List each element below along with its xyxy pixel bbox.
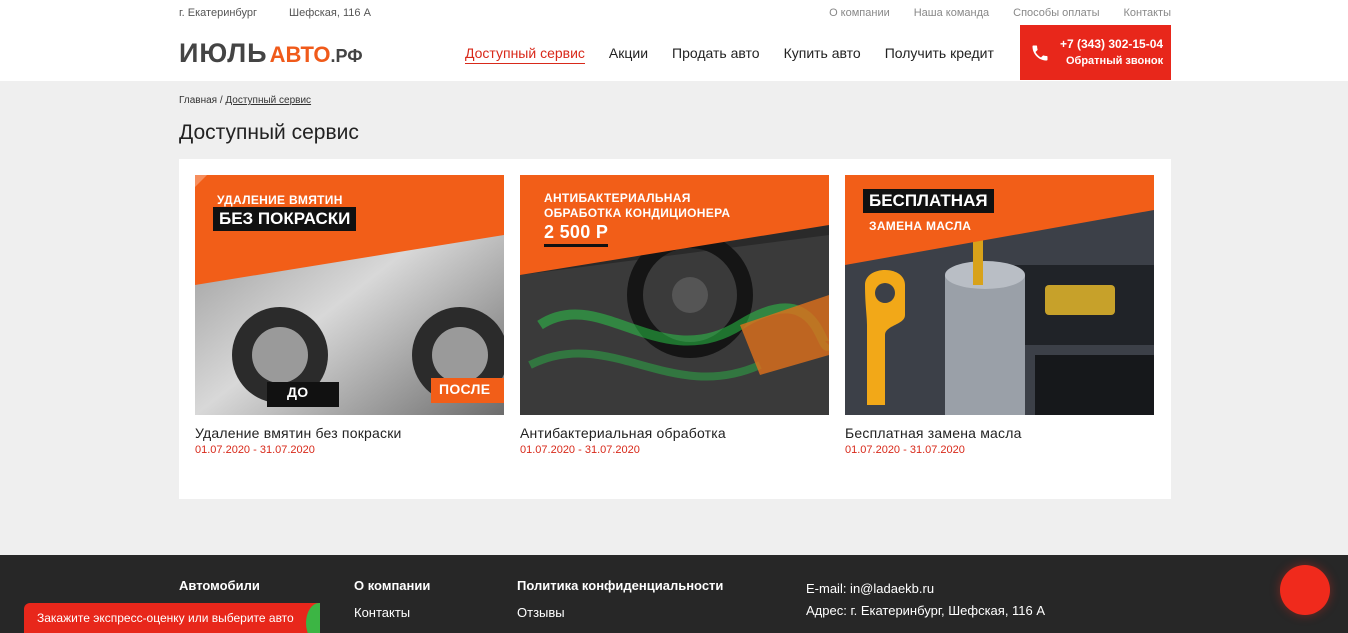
footer-link-contacts[interactable]: Контакты <box>354 605 430 620</box>
top-link-team[interactable]: Наша команда <box>914 7 989 19</box>
page-title: Доступный сервис <box>179 121 359 144</box>
banner-tag: БЕЗ ПОКРАСКИ <box>213 207 357 231</box>
banner-line-1: ЗАМЕНА МАСЛА <box>869 219 972 233</box>
express-evaluation-button[interactable]: Закажите экспресс-оценку или выберите ав… <box>24 603 320 633</box>
footer-link-cars[interactable]: Автомобили <box>179 578 260 593</box>
offer-date: 01.07.2020 - 31.07.2020 <box>520 444 640 456</box>
footer-link-privacy[interactable]: Политика конфиденциальности <box>517 578 723 593</box>
top-links: О компании Наша команда Способы оплаты К… <box>829 7 1171 19</box>
offer-image-dent-removal[interactable]: УДАЛЕНИЕ ВМЯТИН БЕЗ ПОКРАСКИ ДО ПОСЛЕ <box>195 175 504 415</box>
nav-item-promotions[interactable]: Акции <box>609 45 648 64</box>
city-label: г. Екатеринбург <box>179 7 257 19</box>
offer-title[interactable]: Антибактериальная обработка <box>520 425 829 441</box>
banner-tag: БЕСПЛАТНАЯ <box>863 189 994 213</box>
nav-item-service[interactable]: Доступный сервис <box>465 45 585 64</box>
top-link-payment[interactable]: Способы оплаты <box>1013 7 1099 19</box>
offer-title[interactable]: Бесплатная замена масла <box>845 425 1154 441</box>
before-label: ДО <box>287 384 309 400</box>
offer-date: 01.07.2020 - 31.07.2020 <box>845 444 965 456</box>
callback-phone: +7 (343) 302-15-04 <box>1060 36 1164 51</box>
nav-item-buy-car[interactable]: Купить авто <box>784 45 861 64</box>
express-evaluation-accent <box>306 603 320 633</box>
breadcrumb-current[interactable]: Доступный сервис <box>225 95 311 106</box>
header: г. Екатеринбург Шефская, 116 А О компани… <box>0 0 1348 81</box>
footer-col-policy: Политика конфиденциальности Отзывы <box>517 578 723 632</box>
phone-icon <box>1032 45 1048 60</box>
offer-image-antibacterial[interactable]: АНТИБАКТЕРИАЛЬНАЯ ОБРАБОТКА КОНДИЦИОНЕРА… <box>520 175 829 415</box>
footer-col-company: О компании Контакты А <box>354 578 430 633</box>
offer-card-dent-removal[interactable]: УДАЛЕНИЕ ВМЯТИН БЕЗ ПОКРАСКИ ДО ПОСЛЕ Уд… <box>195 175 504 456</box>
offer-card-antibacterial[interactable]: АНТИБАКТЕРИАЛЬНАЯ ОБРАБОТКА КОНДИЦИОНЕРА… <box>520 175 829 456</box>
logo-part-3: .РФ <box>330 46 363 66</box>
top-link-about[interactable]: О компании <box>829 7 890 19</box>
callback-label: Обратный звонок <box>1065 54 1164 67</box>
breadcrumb: Главная / Доступный сервис <box>179 95 311 106</box>
top-info-bar: г. Екатеринбург Шефская, 116 А О компани… <box>179 7 1171 21</box>
callback-fab[interactable] <box>1280 565 1330 615</box>
top-link-contacts[interactable]: Контакты <box>1123 7 1171 19</box>
nav-item-credit[interactable]: Получить кредит <box>885 45 994 64</box>
offer-date: 01.07.2020 - 31.07.2020 <box>195 444 315 456</box>
logo-part-2: АВТО <box>269 42 331 67</box>
address-label: Шефская, 116 А <box>289 7 371 19</box>
after-label: ПОСЛЕ <box>439 381 491 397</box>
banner-price: 2 500 Р <box>544 222 609 247</box>
breadcrumb-home[interactable]: Главная <box>179 95 217 106</box>
offer-image-oil-change[interactable]: БЕСПЛАТНАЯ ЗАМЕНА МАСЛА <box>845 175 1154 415</box>
footer-link-reviews[interactable]: Отзывы <box>517 605 723 620</box>
footer-link-company[interactable]: О компании <box>354 578 430 593</box>
footer-email[interactable]: E-mail: in@ladaekb.ru <box>806 578 1045 600</box>
nav-item-sell-car[interactable]: Продать авто <box>672 45 760 64</box>
banner-line-1: УДАЛЕНИЕ ВМЯТИН <box>217 193 343 207</box>
footer-col-cars: Автомобили <box>179 578 260 605</box>
footer-contacts: E-mail: in@ladaekb.ru Адрес: г. Екатерин… <box>806 578 1045 622</box>
offer-title[interactable]: Удаление вмятин без покраски <box>195 425 504 441</box>
main-nav: Доступный сервис Акции Продать авто Купи… <box>465 45 994 64</box>
offer-card-oil-change[interactable]: БЕСПЛАТНАЯ ЗАМЕНА МАСЛА Бесплатная замен… <box>845 175 1154 456</box>
banner-line-1: АНТИБАКТЕРИАЛЬНАЯ <box>544 191 691 205</box>
callback-button[interactable]: +7 (343) 302-15-04 Обратный звонок <box>1020 25 1171 80</box>
footer-address: Адрес: г. Екатеринбург, Шефская, 116 А <box>806 603 1046 618</box>
banner-line-2: ОБРАБОТКА КОНДИЦИОНЕРА <box>544 206 731 220</box>
site-logo[interactable]: ИЮЛЬ АВТО .РФ <box>179 38 363 68</box>
offers-panel: УДАЛЕНИЕ ВМЯТИН БЕЗ ПОКРАСКИ ДО ПОСЛЕ Уд… <box>179 159 1171 499</box>
express-evaluation-label: Закажите экспресс-оценку или выберите ав… <box>37 611 294 625</box>
logo-part-1: ИЮЛЬ <box>179 38 268 68</box>
